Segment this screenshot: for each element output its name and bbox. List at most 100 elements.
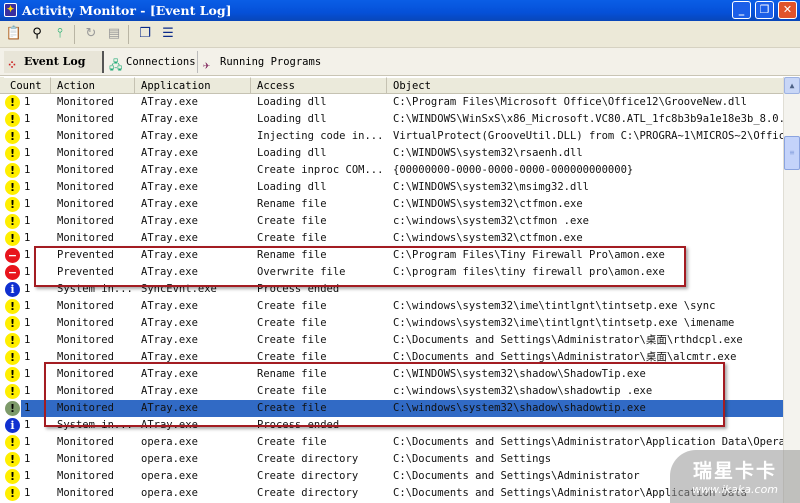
table-row[interactable]: ! 1 Monitored ATray.exe Loading dll C:\W… <box>0 111 783 128</box>
cell-object: C:\windows\system32\ime\tintlgnt\tintset… <box>393 317 735 329</box>
tab-connections[interactable]: 🖧 Connections <box>106 51 198 73</box>
cell-count: 1 <box>24 113 31 125</box>
warning-icon: ! <box>5 146 20 161</box>
warning-icon: ! <box>5 197 20 212</box>
cell-action: Monitored <box>57 96 114 108</box>
column-header-application[interactable]: Application <box>135 77 251 94</box>
vertical-scrollbar[interactable]: ▲ ≡ <box>783 77 800 503</box>
filter-icon[interactable]: ⫯ <box>51 25 69 43</box>
event-list: ! 1 Monitored ATray.exe Loading dll C:\P… <box>0 94 783 503</box>
warning-icon: ! <box>5 231 20 246</box>
cell-access: Create file <box>257 300 327 312</box>
close-button[interactable]: ✕ <box>778 1 797 19</box>
tab-event-log[interactable]: ⁘ Event Log <box>4 51 104 73</box>
minimize-button[interactable]: _ <box>732 1 751 19</box>
cell-access: Create file <box>257 215 327 227</box>
cell-action: Monitored <box>57 334 114 346</box>
export-icon[interactable]: ▤ <box>105 25 123 43</box>
cell-application: ATray.exe <box>141 300 198 312</box>
cell-count: 1 <box>24 334 31 346</box>
highlight-box <box>34 246 686 287</box>
cell-count: 1 <box>24 164 31 176</box>
cell-action: Monitored <box>57 300 114 312</box>
watermark: 瑞星卡卡 www.ikaka.com <box>670 450 800 503</box>
table-row[interactable]: ! 1 Monitored ATray.exe Create file c:\w… <box>0 213 783 230</box>
cell-object: C:\Program Files\Microsoft Office\Office… <box>393 96 748 108</box>
table-row[interactable]: ! 1 Monitored ATray.exe Create inproc CO… <box>0 162 783 179</box>
warning-icon: ! <box>5 384 20 399</box>
cell-access: Injecting code in... <box>257 130 384 142</box>
toolbar-separator <box>128 25 129 44</box>
cell-object: VirtualProtect(GrooveUtil.DLL) from C:\P… <box>393 130 783 142</box>
table-row[interactable]: ! 1 Monitored opera.exe Create directory… <box>0 485 783 502</box>
tab-running-programs[interactable]: ✈ Running Programs <box>200 51 330 73</box>
cell-access: Create directory <box>257 470 359 482</box>
warning-icon: ! <box>5 435 20 450</box>
table-row[interactable]: ! 1 Monitored ATray.exe Loading dll C:\P… <box>0 94 783 111</box>
cell-object: {00000000-0000-0000-0000-000000000000} <box>393 164 634 176</box>
table-row[interactable]: ! 1 Monitored opera.exe Create directory… <box>0 451 783 468</box>
cell-application: ATray.exe <box>141 215 198 227</box>
warning-icon: ! <box>5 95 20 110</box>
cell-application: ATray.exe <box>141 113 198 125</box>
table-row[interactable]: ! 1 Monitored ATray.exe Create file C:\w… <box>0 315 783 332</box>
find-icon[interactable]: ⚲ <box>28 25 46 43</box>
cell-action: Monitored <box>57 147 114 159</box>
cell-action: Monitored <box>57 215 114 227</box>
cell-application: ATray.exe <box>141 181 198 193</box>
cell-action: Monitored <box>57 453 114 465</box>
cell-action: Monitored <box>57 198 114 210</box>
info-icon: i <box>5 418 20 433</box>
table-row[interactable]: ! 1 Monitored ATray.exe Create file C:\D… <box>0 332 783 349</box>
table-row[interactable]: ! 1 Monitored ATray.exe Injecting code i… <box>0 128 783 145</box>
table-row[interactable]: ! 1 Monitored ATray.exe Loading dll C:\W… <box>0 179 783 196</box>
column-header-action[interactable]: Action <box>51 77 135 94</box>
tab-bar: ⁘ Event Log 🖧 Connections ✈ Running Program… <box>0 48 800 76</box>
column-header-count[interactable]: Count <box>4 77 51 94</box>
warning-icon: ! <box>5 367 20 382</box>
table-row[interactable]: ! 1 Monitored ATray.exe Create file C:\w… <box>0 298 783 315</box>
table-row[interactable]: ! 1 Monitored ATray.exe Create file C:\w… <box>0 230 783 247</box>
highlight-box <box>44 362 725 427</box>
cell-application: ATray.exe <box>141 164 198 176</box>
properties-icon[interactable]: 📋 <box>5 25 23 43</box>
table-row[interactable]: ! 1 Monitored ATray.exe Loading dll C:\W… <box>0 145 783 162</box>
warning-icon: ! <box>5 452 20 467</box>
column-header-access[interactable]: Access <box>251 77 387 94</box>
cell-object: C:\WINDOWS\WinSxS\x86_Microsoft.VC80.ATL… <box>393 113 783 125</box>
cell-application: opera.exe <box>141 487 198 499</box>
warning-icon: ! <box>5 469 20 484</box>
tile-icon[interactable]: ☰ <box>159 25 177 43</box>
tab-label: Running Programs <box>220 56 322 68</box>
cell-access: Rename file <box>257 198 327 210</box>
cell-count: 1 <box>24 130 31 142</box>
warning-icon: ! <box>5 316 20 331</box>
warning-icon: ! <box>5 112 20 127</box>
cell-count: 1 <box>24 470 31 482</box>
running-programs-icon: ✈ <box>203 58 211 72</box>
column-header-object[interactable]: Object <box>387 77 787 94</box>
cell-action: Monitored <box>57 436 114 448</box>
cell-count: 1 <box>24 453 31 465</box>
cell-object: C:\WINDOWS\system32\msimg32.dll <box>393 181 589 193</box>
warning-icon: ! <box>5 129 20 144</box>
info-icon: i <box>5 282 20 297</box>
restore-button[interactable]: ❐ <box>755 1 774 19</box>
cell-access: Create file <box>257 317 327 329</box>
warning-icon: ! <box>5 333 20 348</box>
cell-object: C:\windows\system32\ctfmon.exe <box>393 232 583 244</box>
connections-icon: 🖧 <box>109 58 123 72</box>
table-row[interactable]: ! 1 Monitored ATray.exe Rename file C:\W… <box>0 196 783 213</box>
scroll-up-button[interactable]: ▲ <box>784 77 800 94</box>
cell-count: 1 <box>24 181 31 193</box>
scroll-thumb[interactable]: ≡ <box>784 136 800 170</box>
table-row[interactable]: ! 1 Monitored opera.exe Create directory… <box>0 468 783 485</box>
cell-count: 1 <box>24 198 31 210</box>
table-row[interactable]: ! 1 Monitored opera.exe Create file C:\D… <box>0 434 783 451</box>
cell-object: C:\WINDOWS\system32\ctfmon.exe <box>393 198 583 210</box>
cascade-icon[interactable]: ❐ <box>136 25 154 43</box>
cell-application: ATray.exe <box>141 130 198 142</box>
refresh-icon[interactable]: ↻ <box>82 25 100 43</box>
cell-count: 1 <box>24 436 31 448</box>
cell-count: 1 <box>24 300 31 312</box>
